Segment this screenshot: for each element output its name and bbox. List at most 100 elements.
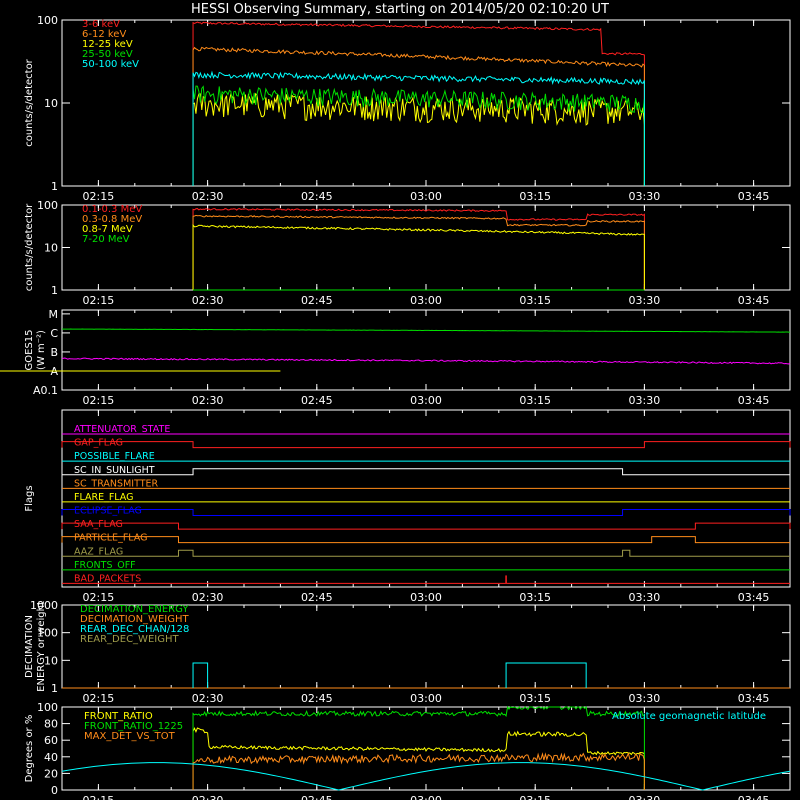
panel-1: 02:15 02:30 02:45 03:00 03:15 03:30 03:45 count…: [24, 199, 791, 307]
y-tick-label: 80: [44, 718, 58, 731]
time-tick-label: 03:15: [519, 294, 551, 307]
series-2-box: [192, 662, 209, 688]
time-tick-label: 03:45: [738, 692, 770, 705]
time-tick-label: 02:15: [83, 692, 115, 705]
y-tick-label: 100: [37, 701, 58, 714]
time-tick-label: 03:00: [410, 394, 442, 407]
time-tick-label: 02:45: [301, 591, 333, 604]
legend-entry: MAX_DET_VS_TOT: [84, 731, 176, 742]
y-tick-label: C: [50, 327, 58, 340]
time-tick-label: 03:45: [738, 190, 770, 203]
time-tick-label: 03:00: [410, 591, 442, 604]
y-tick-label: 10: [44, 242, 58, 255]
flag-line: [61, 522, 791, 530]
y-axis-label: counts/s/detector: [24, 203, 35, 291]
y-tick-label: 1: [51, 284, 58, 297]
y-axis-label: DECIMATION: [24, 615, 35, 678]
panel-5: 02:15 02:30 02:45 03:00 03:15 03:30 03:45 Degre…: [24, 701, 791, 800]
y-tick-label: 100: [37, 199, 58, 212]
time-tick-label: 02:15: [83, 294, 115, 307]
y-axis-label-2: ENERGY or weight: [36, 601, 47, 692]
series-4-line: [192, 70, 645, 186]
y-tick-label: 1: [51, 682, 58, 695]
time-tick-label: 02:15: [83, 794, 115, 800]
y-tick-label: 0: [51, 784, 58, 797]
time-tick-label: 03:00: [410, 294, 442, 307]
flag-label: PARTICLE_FLAG: [74, 533, 147, 544]
plot-frame: [61, 409, 791, 588]
series-1-line: [61, 357, 791, 365]
time-tick-label: 03:30: [629, 294, 661, 307]
series-0-line: [61, 328, 791, 333]
flag-label: SAA_FLAG: [74, 519, 123, 530]
y-axis-label: Degrees or %: [24, 715, 35, 783]
time-tick-label: 03:30: [629, 190, 661, 203]
y-axis-label: GOES15: [24, 329, 35, 370]
legend-entry: 50-100 keV: [82, 59, 139, 70]
time-tick-label: 03:45: [738, 794, 770, 800]
y-tick-label: 10: [44, 97, 58, 110]
time-tick-label: 02:15: [83, 394, 115, 407]
series-2-line: [192, 752, 645, 790]
panels: 02:15 02:30 02:45 03:00 03:15 03:30 03:45 count…: [0, 14, 791, 800]
flag-label: FRONTS_OFF: [74, 560, 136, 571]
flag-label: FLARE_FLAG: [74, 492, 134, 503]
series-3-line: [192, 85, 645, 186]
flag-label: AAZ_FLAG: [74, 546, 123, 557]
figure-title: HESSI Observing Summary, starting on 201…: [191, 2, 609, 17]
time-tick-label: 02:45: [301, 794, 333, 800]
series-2-box: [505, 662, 587, 688]
time-tick-label: 02:30: [192, 591, 224, 604]
y-axis-label: counts/s/detector: [24, 58, 35, 146]
annotation: Absolute geomagnetic latitude: [612, 711, 766, 722]
flag-label: SC_IN_SUNLIGHT: [74, 465, 155, 476]
time-tick-label: 03:15: [519, 591, 551, 604]
flag-label: ECLIPSE_FLAG: [74, 506, 142, 517]
time-tick-label: 02:30: [192, 294, 224, 307]
time-tick-label: 02:30: [192, 394, 224, 407]
time-tick-label: 03:00: [410, 190, 442, 203]
legend-entry: 7-20 MeV: [82, 234, 130, 245]
y-axis-label: Flags: [24, 485, 35, 511]
flag-line: [61, 441, 791, 449]
y-tick-label: 100: [37, 14, 58, 27]
legend-entry: REAR_DEC_WEIGHT: [80, 634, 179, 645]
y-tick-label: 60: [44, 734, 58, 747]
time-tick-label: 02:15: [83, 591, 115, 604]
panel-2: 02:15 02:30 02:45 03:00 03:15 03:30 03:45 GOES1…: [0, 308, 791, 407]
y-tick-label: A0.1: [33, 384, 58, 397]
flag-label: POSSIBLE_FLARE: [74, 451, 155, 462]
y-tick-label: 1000: [30, 599, 58, 612]
time-tick-label: 02:45: [301, 692, 333, 705]
flag-line: [61, 536, 790, 544]
hessi-summary-figure: HESSI Observing Summary, starting on 201…: [0, 2, 791, 800]
time-tick-label: 02:15: [83, 190, 115, 203]
y-tick-label: B: [50, 346, 58, 359]
flag-label: GAP_FLAG: [74, 438, 123, 449]
time-tick-label: 03:30: [629, 794, 661, 800]
time-tick-label: 03:30: [629, 394, 661, 407]
time-tick-label: 03:15: [519, 794, 551, 800]
y-tick-label: 10: [44, 654, 58, 667]
y-axis-label-2: (W m⁻²): [36, 330, 47, 370]
time-tick-label: 03:45: [738, 294, 770, 307]
time-tick-label: 03:15: [519, 692, 551, 705]
time-tick-label: 03:45: [738, 394, 770, 407]
flag-line: [62, 468, 790, 476]
y-tick-label: 20: [44, 767, 58, 780]
y-tick-label: 40: [44, 751, 58, 764]
series-2-line: [192, 92, 645, 186]
flag-line: [62, 549, 790, 557]
time-tick-label: 03:15: [519, 190, 551, 203]
time-tick-label: 02:45: [301, 294, 333, 307]
panel-3: 02:15 02:30 02:45 03:00 03:15 03:30 03:45 Flags…: [24, 409, 791, 604]
time-tick-label: 03:00: [410, 794, 442, 800]
flag-label: SC_TRANSMITTER: [74, 478, 159, 489]
y-tick-label: 1: [51, 180, 58, 193]
series-2-line: [192, 223, 645, 290]
time-tick-label: 02:30: [192, 794, 224, 800]
series-1-line: [192, 214, 645, 290]
panel-0: 02:15 02:30 02:45 03:00 03:15 03:30 03:45 count…: [24, 14, 791, 203]
flag-line: [61, 509, 791, 516]
time-tick-label: 03:30: [629, 591, 661, 604]
